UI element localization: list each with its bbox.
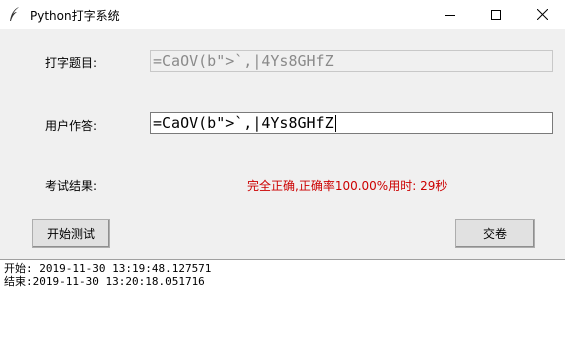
question-text: =CaOV(b">`,|4Ys8GHfZ bbox=[153, 52, 334, 70]
minimize-icon bbox=[445, 14, 455, 16]
result-message: 完全正确,正确率100.00%用时: 29秒 bbox=[247, 179, 448, 193]
result-label: 考试结果: bbox=[45, 179, 98, 193]
answer-text: =CaOV(b">`,|4Ys8GHfZ bbox=[153, 114, 334, 132]
minimize-button[interactable] bbox=[427, 0, 473, 29]
close-icon bbox=[536, 9, 548, 20]
answer-input[interactable]: =CaOV(b">`,|4Ys8GHfZ bbox=[150, 112, 553, 134]
answer-label: 用户作答: bbox=[45, 119, 98, 133]
submit-button[interactable]: 交卷 bbox=[455, 219, 535, 248]
log-line-end: 结束:2019-11-30 13:20:18.051716 bbox=[4, 275, 205, 288]
question-label: 打字题目: bbox=[45, 56, 98, 70]
log-line-start: 开始: 2019-11-30 13:19:48.127571 bbox=[4, 262, 212, 275]
close-button[interactable] bbox=[519, 0, 565, 29]
feather-icon bbox=[10, 7, 19, 21]
window-title: Python打字系统 bbox=[30, 9, 120, 23]
question-field: =CaOV(b">`,|4Ys8GHfZ bbox=[150, 50, 553, 72]
maximize-icon bbox=[491, 9, 501, 20]
title-bar: Python打字系统 bbox=[0, 0, 565, 29]
log-textbox[interactable]: 开始: 2019-11-30 13:19:48.127571 结束:2019-1… bbox=[0, 259, 565, 359]
start-test-button[interactable]: 开始测试 bbox=[32, 219, 110, 248]
text-caret bbox=[334, 115, 336, 132]
maximize-button[interactable] bbox=[473, 0, 519, 29]
